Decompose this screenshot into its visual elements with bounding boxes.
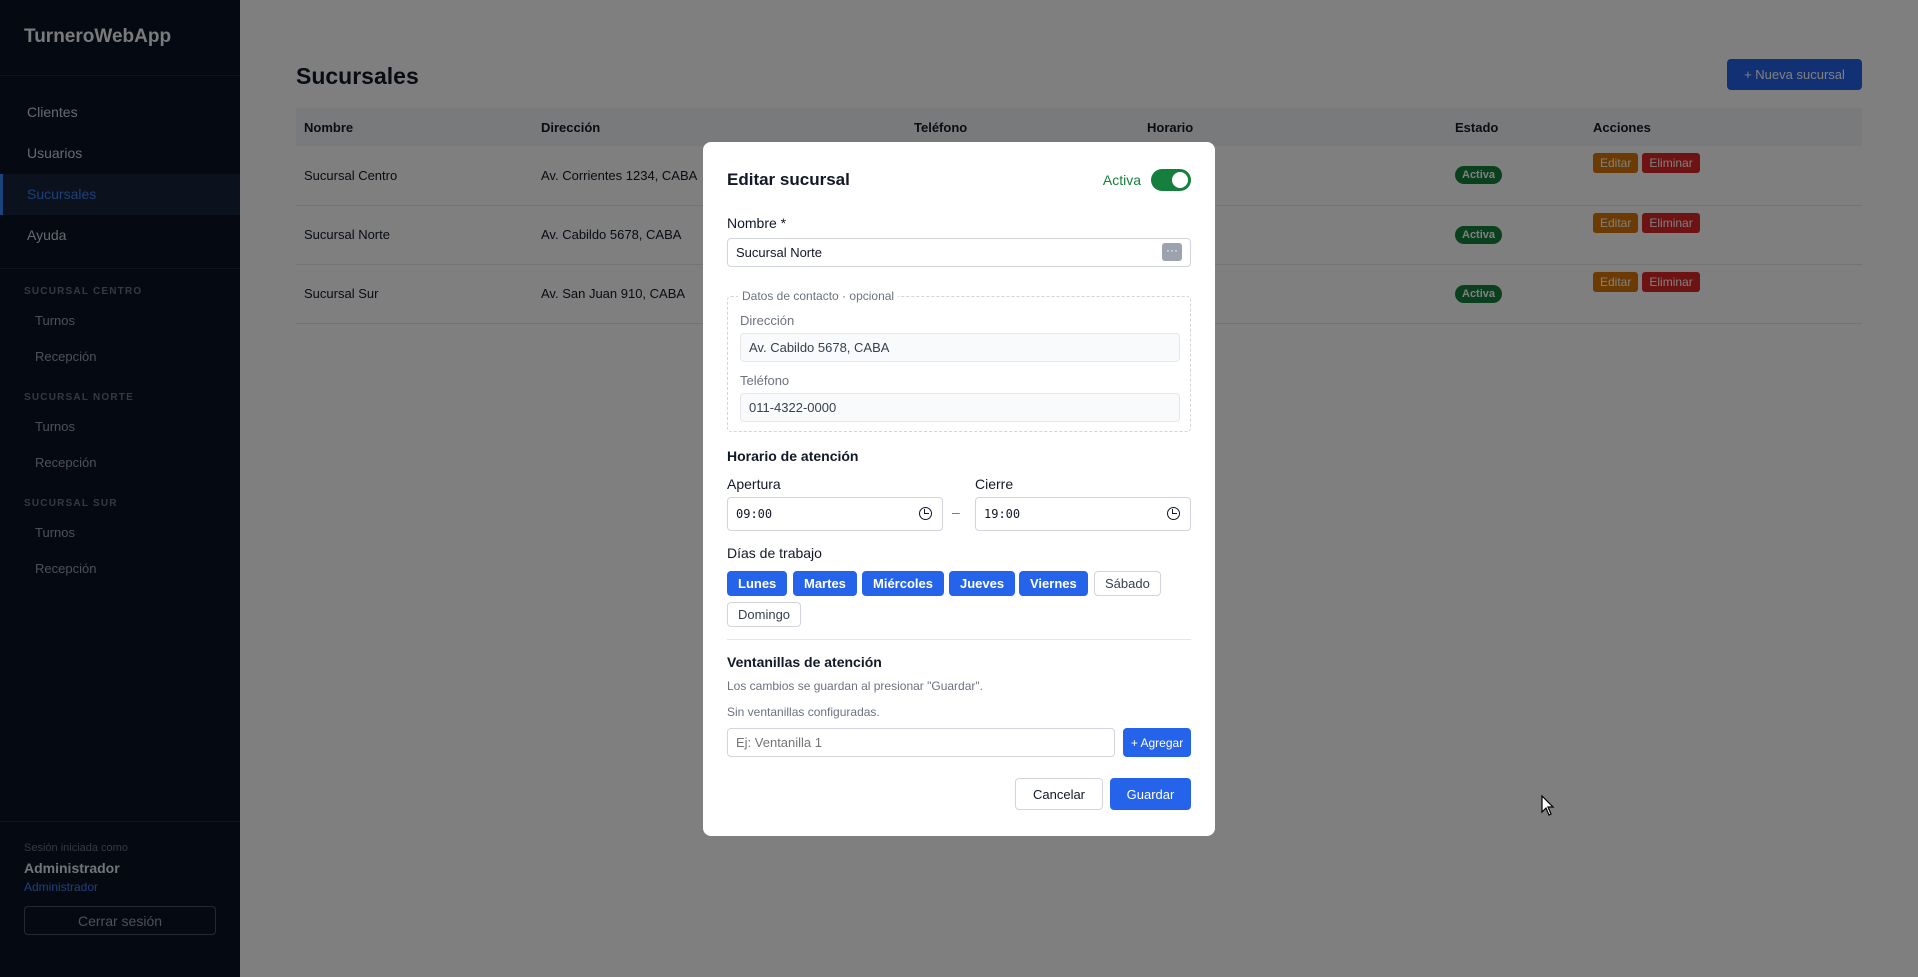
phone-input[interactable]: 011-4322-0000 bbox=[740, 393, 1180, 422]
modal-title: Editar sucursal bbox=[727, 170, 850, 189]
clock-icon[interactable] bbox=[1167, 507, 1180, 520]
active-toggle[interactable] bbox=[1151, 169, 1191, 191]
time-separator: – bbox=[952, 504, 960, 520]
day-domingo[interactable]: Domingo bbox=[727, 602, 802, 627]
save-button[interactable]: Guardar bbox=[1110, 778, 1191, 810]
day-viernes[interactable]: Viernes bbox=[1019, 571, 1088, 596]
edit-branch-modal: Editar sucursal Activa Nombre * Sucursal… bbox=[703, 142, 1215, 836]
clock-icon[interactable] bbox=[919, 507, 932, 520]
windows-hint: Los cambios se guardan al presionar "Gua… bbox=[727, 679, 983, 693]
cancel-button[interactable]: Cancelar bbox=[1015, 778, 1103, 810]
close-time-input[interactable]: 19:00 bbox=[975, 497, 1191, 531]
mouse-cursor-icon bbox=[1541, 795, 1555, 816]
contact-legend: Datos de contacto · opcional bbox=[742, 289, 895, 303]
open-time-value: 09:00 bbox=[736, 507, 773, 521]
toggle-knob bbox=[1172, 172, 1188, 188]
close-time-value: 19:00 bbox=[984, 507, 1021, 521]
day-martes[interactable]: Martes bbox=[793, 571, 857, 596]
active-label: Activa bbox=[1102, 172, 1141, 188]
day-miercoles[interactable]: Miércoles bbox=[862, 571, 944, 596]
address-value: Av. Cabildo 5678, CABA bbox=[749, 340, 890, 355]
open-label: Apertura bbox=[727, 476, 781, 492]
day-jueves[interactable]: Jueves bbox=[949, 571, 1016, 596]
close-label: Cierre bbox=[975, 476, 1014, 492]
name-value: Sucursal Norte bbox=[736, 245, 822, 260]
day-lunes[interactable]: Lunes bbox=[727, 571, 788, 596]
open-time-input[interactable]: 09:00 bbox=[727, 497, 943, 531]
window-name-input[interactable] bbox=[727, 728, 1115, 757]
schedule-title: Horario de atención bbox=[727, 448, 859, 464]
day-sabado[interactable]: Sábado bbox=[1094, 571, 1161, 596]
add-window-button[interactable]: + Agregar bbox=[1123, 728, 1191, 757]
address-label: Dirección bbox=[740, 313, 795, 328]
active-toggle-group: Activa bbox=[1103, 169, 1191, 191]
phone-value: 011-4322-0000 bbox=[749, 400, 837, 415]
divider bbox=[727, 639, 1191, 640]
name-label: Nombre * bbox=[727, 215, 787, 231]
windows-empty-text: Sin ventanillas configuradas. bbox=[727, 705, 880, 719]
address-input[interactable]: Av. Cabildo 5678, CABA bbox=[740, 333, 1180, 362]
name-input[interactable]: Sucursal Norte ··· bbox=[727, 238, 1191, 267]
windows-title: Ventanillas de atención bbox=[727, 654, 882, 670]
days-title: Días de trabajo bbox=[727, 545, 822, 561]
more-icon[interactable]: ··· bbox=[1162, 243, 1182, 261]
phone-label: Teléfono bbox=[740, 373, 790, 388]
